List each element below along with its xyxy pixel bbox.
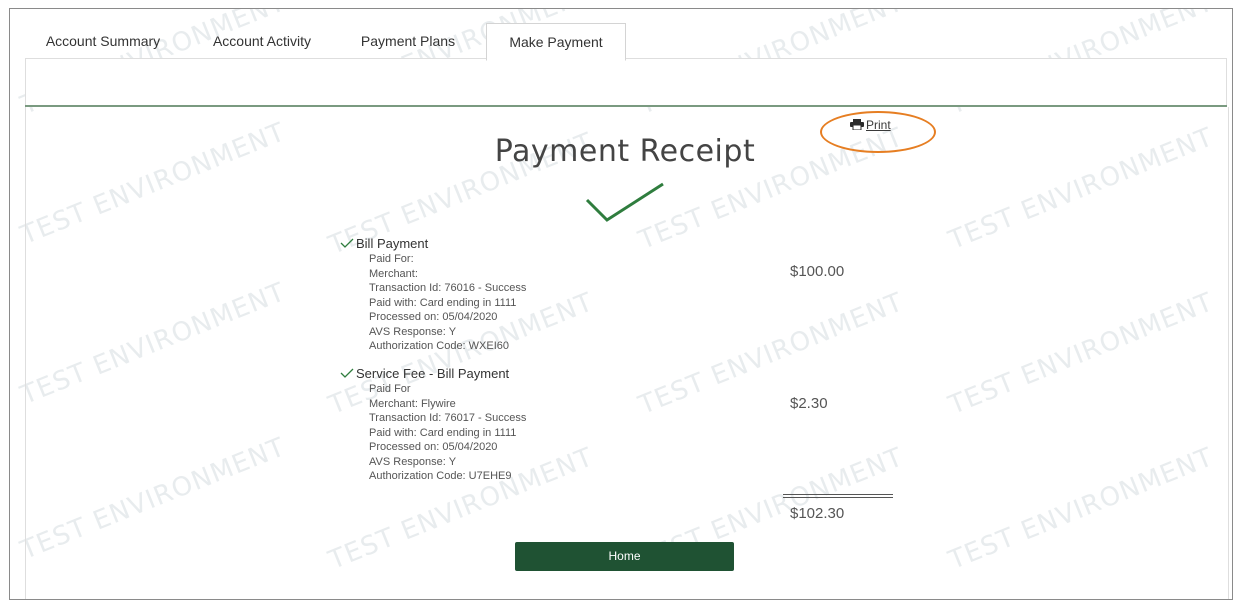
avs-response-text: AVS Response: Y bbox=[369, 455, 457, 468]
tab-panel-header bbox=[25, 58, 1227, 107]
item-heading: Bill Payment bbox=[356, 236, 429, 251]
authorization-code-text: Authorization Code: U7EHE9 bbox=[369, 470, 512, 482]
check-icon bbox=[340, 368, 354, 378]
print-link[interactable]: Print bbox=[850, 118, 891, 132]
total-divider bbox=[783, 497, 893, 498]
paid-for-text: Paid For bbox=[369, 383, 411, 395]
processed-on-text: Processed on: 05/04/2020 bbox=[369, 311, 498, 323]
total-divider bbox=[783, 494, 893, 495]
transaction-id-text: Transaction Id: 76016 - Success bbox=[369, 282, 527, 294]
print-label: Print bbox=[866, 118, 891, 132]
tab-make-payment[interactable]: Make Payment bbox=[486, 23, 626, 61]
tab-payment-plans[interactable]: Payment Plans bbox=[348, 23, 468, 59]
paid-for-text: Paid For: bbox=[369, 253, 414, 265]
receipt-panel bbox=[25, 107, 1229, 599]
checkmark-icon bbox=[585, 182, 664, 222]
page-title: Payment Receipt bbox=[494, 134, 756, 169]
item-amount: $2.30 bbox=[790, 395, 828, 412]
total-amount: $102.30 bbox=[790, 505, 845, 522]
item-heading: Service Fee - Bill Payment bbox=[356, 366, 510, 381]
processed-on-text: Processed on: 05/04/2020 bbox=[369, 441, 498, 453]
merchant-text: Merchant: Flywire bbox=[369, 397, 456, 410]
divider bbox=[25, 105, 1227, 107]
paid-with-text: Paid with: Card ending in 1111 bbox=[369, 296, 517, 309]
paid-with-text: Paid with: Card ending in 1111 bbox=[369, 426, 517, 439]
authorization-code-text: Authorization Code: WXEI60 bbox=[369, 340, 510, 352]
app-frame: TEST ENVIRONMENT TEST ENVIRONMENT TEST E… bbox=[9, 8, 1233, 600]
merchant-text: Merchant: bbox=[369, 267, 418, 280]
tab-account-summary[interactable]: Account Summary bbox=[30, 23, 176, 59]
home-button[interactable]: Home bbox=[515, 542, 734, 571]
item-amount: $100.00 bbox=[790, 263, 845, 280]
receipt-item-service-fee: Service Fee - Bill Payment Paid For Merc… bbox=[340, 366, 526, 484]
tab-bar: Account Summary Account Activity Payment… bbox=[30, 23, 1232, 61]
tab-account-activity[interactable]: Account Activity bbox=[196, 23, 328, 59]
check-icon bbox=[340, 238, 354, 248]
transaction-id-text: Transaction Id: 76017 - Success bbox=[369, 412, 527, 424]
avs-response-text: AVS Response: Y bbox=[369, 325, 457, 338]
printer-icon bbox=[850, 119, 864, 131]
receipt-item-bill-payment: Bill Payment Paid For: Merchant: Transac… bbox=[340, 236, 526, 354]
